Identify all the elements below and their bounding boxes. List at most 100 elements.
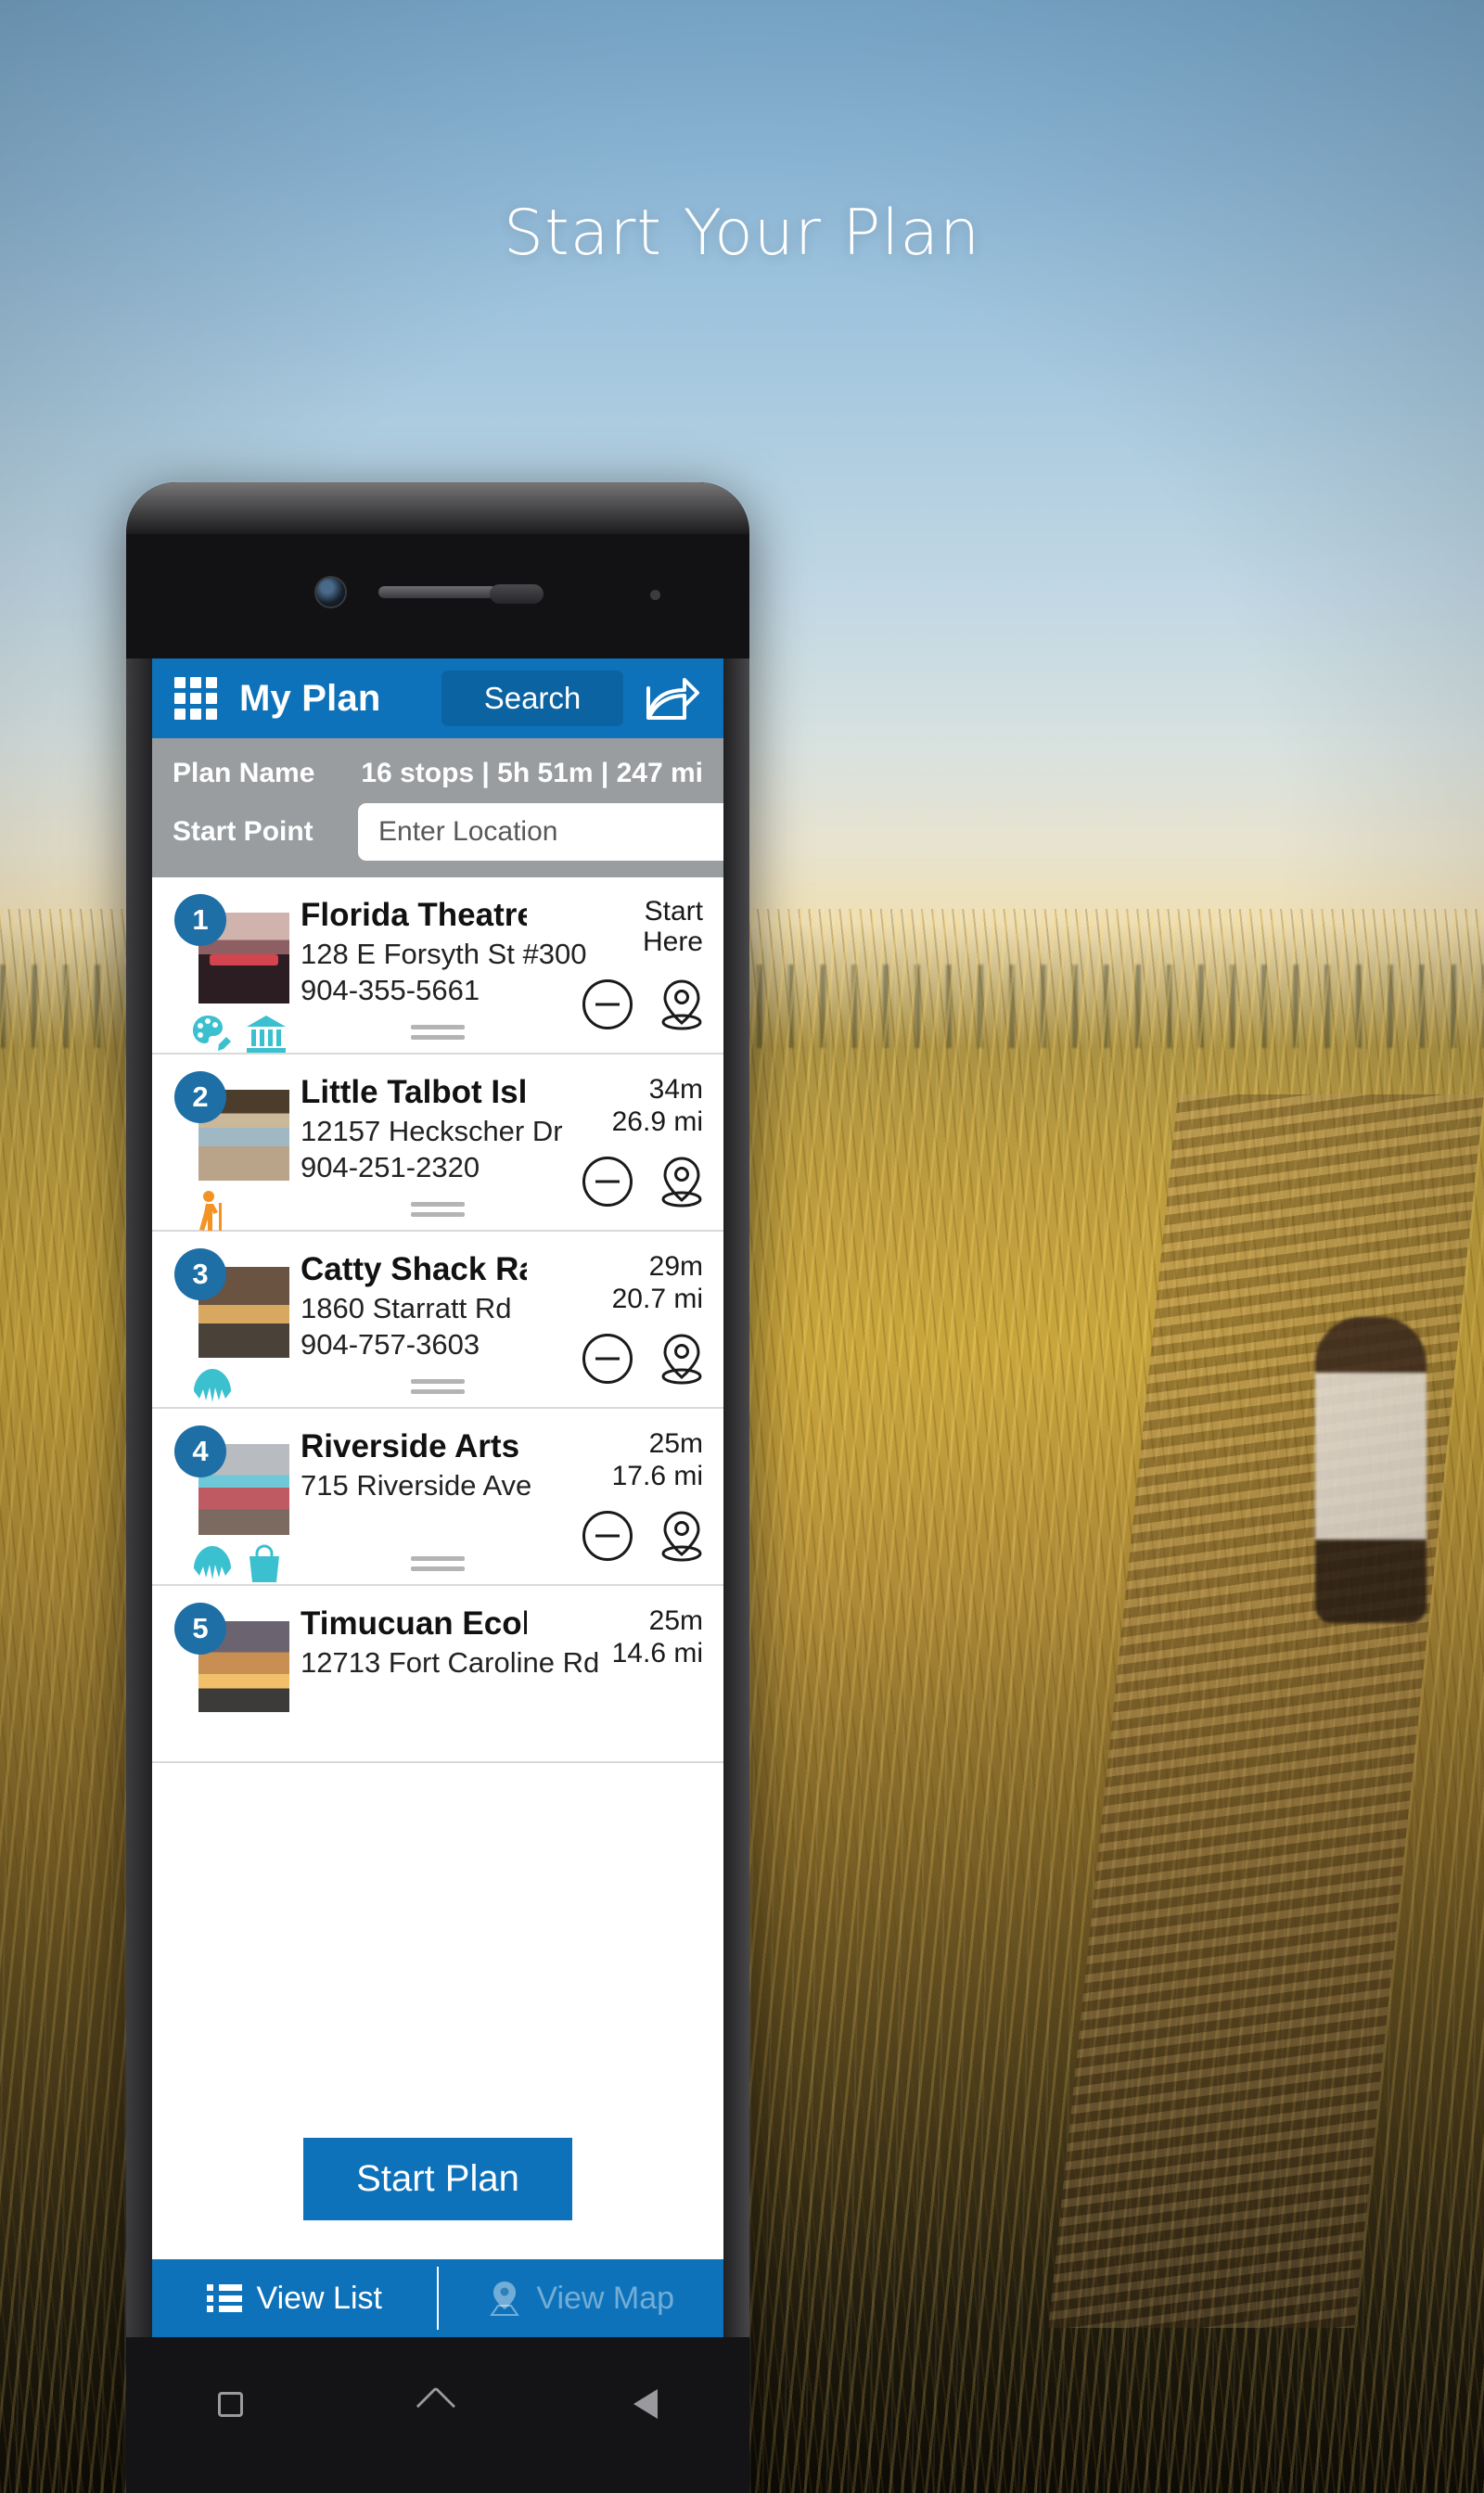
stop-number-badge: 2 — [174, 1071, 226, 1123]
stop-time: 34m — [648, 1074, 703, 1105]
remove-stop-button[interactable] — [582, 1511, 633, 1561]
stop-number-badge: 4 — [174, 1425, 226, 1477]
table-row[interactable]: 2 Little Talbot Island State Park — [152, 1055, 723, 1232]
shell-icon — [194, 1546, 231, 1579]
art-palette-icon — [193, 1016, 231, 1051]
stop-address: 128 E Forsyth St #300 — [301, 938, 587, 971]
stop-number-badge: 1 — [174, 894, 226, 946]
home-button[interactable] — [414, 2380, 462, 2428]
table-row[interactable]: 5 Timucuan Ecological & Histori... 12713… — [152, 1586, 723, 1763]
stop-time: 25m — [648, 1428, 703, 1459]
stop-title: Catty Shack Ranch Wildlife Sa... — [301, 1251, 527, 1287]
front-camera-icon — [316, 578, 345, 607]
stop-title: Little Talbot Island State Park — [301, 1074, 527, 1110]
tab-view-list-label: View List — [256, 2280, 382, 2316]
shopping-bag-icon — [249, 1544, 279, 1582]
phone-mockup: My Plan Search Plan Name 16 stops | 5h 5… — [126, 482, 749, 2493]
plan-name-row: Plan Name 16 stops | 5h 51m | 247 mi — [173, 751, 703, 796]
category-icons — [191, 1367, 234, 1408]
table-row[interactable]: 4 Riverside Arts 715 Riverside Ave 25m 1… — [152, 1409, 723, 1586]
start-point-row: Start Point — [173, 803, 723, 861]
square-icon — [217, 2391, 243, 2417]
stop-time: 29m — [648, 1251, 703, 1282]
start-point-input[interactable] — [358, 803, 723, 861]
start-plan-button[interactable]: Start Plan — [303, 2138, 572, 2220]
drag-handle[interactable] — [411, 1025, 465, 1045]
remove-stop-button[interactable] — [582, 1334, 633, 1384]
row-details: Timucuan Ecological & Histori... 12713 F… — [295, 1604, 600, 1761]
row-metrics: 25m 14.6 mi — [527, 1604, 703, 1761]
earpiece-grille — [378, 586, 497, 598]
app-viewport: My Plan Search Plan Name 16 stops | 5h 5… — [152, 658, 723, 2337]
stop-time: Start — [644, 896, 703, 927]
row-metrics: 34m 26.9 mi — [527, 1073, 703, 1230]
map-pin-icon[interactable] — [657, 1155, 707, 1208]
table-row[interactable]: 1 Florida Theatre 128 E Forsyth St #300 … — [152, 877, 723, 1055]
stop-number-badge: 5 — [174, 1603, 226, 1655]
back-triangle-icon — [633, 2389, 658, 2419]
row-action-buttons — [582, 1509, 707, 1563]
shell-icon — [194, 1369, 231, 1402]
stop-title: Florida Theatre — [301, 897, 527, 933]
map-pin-icon[interactable] — [657, 1332, 707, 1386]
stop-address: 715 Riverside Ave — [301, 1469, 532, 1502]
tab-view-map[interactable]: View Map — [439, 2259, 723, 2337]
plan-stop-list[interactable]: 1 Florida Theatre 128 E Forsyth St #300 … — [152, 877, 723, 2259]
map-pin-icon[interactable] — [657, 978, 707, 1031]
category-icons — [191, 1190, 232, 1233]
museum-icon — [247, 1016, 286, 1053]
row-metrics: 25m 17.6 mi — [527, 1427, 703, 1584]
stop-address: 12157 Heckscher Dr — [301, 1115, 563, 1148]
bottom-tab-bar: View List View Map — [152, 2259, 723, 2337]
sensor-dot-icon — [650, 590, 660, 600]
stop-title: Riverside Arts Market (RAM) — [301, 1428, 527, 1464]
tab-view-list[interactable]: View List — [152, 2259, 437, 2337]
drag-handle[interactable] — [411, 1202, 465, 1222]
recents-button[interactable] — [206, 2380, 254, 2428]
phone-top-bezel — [126, 482, 749, 658]
search-button[interactable]: Search — [441, 671, 623, 726]
stop-distance: 26.9 mi — [611, 1106, 703, 1138]
drag-handle[interactable] — [411, 1379, 465, 1400]
hiker-icon — [199, 1191, 222, 1231]
app-bar: My Plan Search — [152, 658, 723, 738]
plan-stats: 16 stops | 5h 51m | 247 mi — [361, 758, 703, 788]
speaker-oval — [490, 584, 544, 604]
list-icon — [206, 2284, 242, 2312]
back-button[interactable] — [621, 2380, 670, 2428]
row-metrics: 29m 20.7 mi — [527, 1250, 703, 1407]
stop-distance: Here — [642, 927, 703, 957]
row-thumbnail-area: 3 — [173, 1248, 295, 1408]
stop-address: 12713 Fort Caroline Rd — [301, 1646, 600, 1680]
grid-menu-icon[interactable] — [174, 677, 217, 720]
remove-stop-button[interactable] — [582, 1157, 633, 1207]
start-point-label: Start Point — [173, 816, 313, 847]
table-row[interactable]: 3 Catty Shack Ranch Wildlife Sa... 1860 … — [152, 1232, 723, 1409]
stop-distance: 17.6 mi — [611, 1461, 703, 1492]
map-pin-icon[interactable] — [657, 1509, 707, 1563]
drag-handle[interactable] — [411, 1556, 465, 1577]
row-action-buttons — [582, 1332, 707, 1386]
plan-info-bar: Plan Name 16 stops | 5h 51m | 247 mi Sta… — [152, 738, 723, 877]
row-action-buttons — [582, 1155, 707, 1208]
phone-screen: My Plan Search Plan Name 16 stops | 5h 5… — [152, 658, 723, 2337]
plan-name-label: Plan Name — [173, 758, 315, 788]
phone-bottom-bezel — [126, 2337, 749, 2493]
category-icons — [191, 1013, 288, 1054]
stop-number-badge: 3 — [174, 1248, 226, 1300]
page-headline: Start Your Plan — [503, 197, 981, 270]
row-thumbnail-area: 4 — [173, 1425, 295, 1584]
map-pin-icon — [490, 2282, 520, 2316]
app-title: My Plan — [239, 677, 381, 719]
row-thumbnail-area: 1 — [173, 894, 295, 1054]
remove-stop-button[interactable] — [582, 979, 633, 1029]
row-metrics: Start Here — [527, 896, 703, 1053]
stop-address: 1860 Starratt Rd — [301, 1292, 512, 1325]
row-action-buttons — [582, 978, 707, 1031]
row-thumbnail-area: 5 — [173, 1603, 295, 1761]
tab-view-map-label: View Map — [536, 2280, 675, 2316]
stop-distance: 14.6 mi — [611, 1638, 703, 1669]
stop-phone: 904-355-5661 — [301, 974, 480, 1007]
share-icon[interactable] — [638, 670, 707, 727]
stop-distance: 20.7 mi — [611, 1284, 703, 1315]
